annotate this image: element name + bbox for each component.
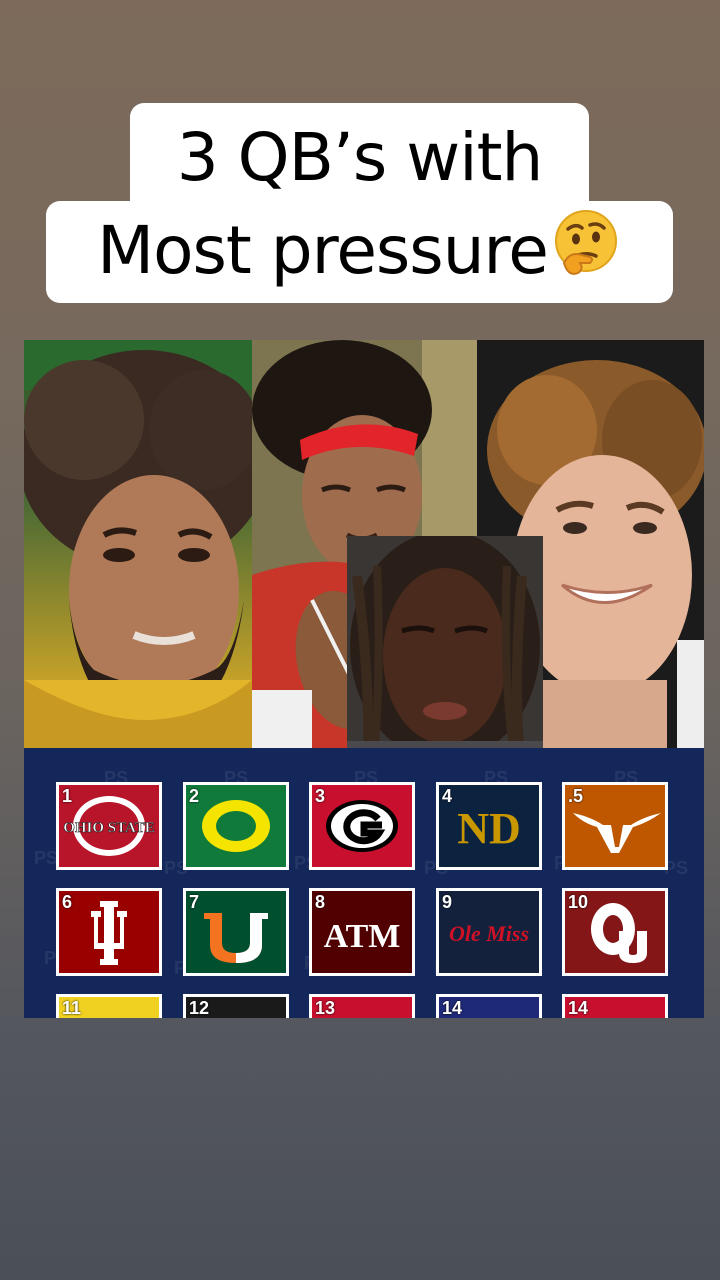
team-rank: 4 <box>442 786 453 806</box>
team-rank: 13 <box>315 998 336 1018</box>
team-tile: 12 <box>183 994 289 1018</box>
team-logo-icon <box>186 785 286 867</box>
team-tile: 14 <box>562 994 668 1018</box>
team-logo-icon: ATM <box>312 891 412 973</box>
caption-line-2: Most pressure <box>46 201 673 303</box>
team-logo-icon: Ole Miss <box>439 891 539 973</box>
team-tile: 11 <box>56 994 162 1018</box>
team-rank: .5 <box>568 786 584 806</box>
team-tile: Ole Miss 9 <box>436 888 542 976</box>
team-tile: 14 <box>436 994 542 1018</box>
team-rank: 11 <box>62 998 82 1018</box>
svg-text:ND: ND <box>457 804 521 853</box>
qb-collage: PSPSPSPSPSPSPSPSPSPSPSPSPSPSPSPSOHIO STA… <box>24 340 704 1018</box>
team-logo-icon <box>186 891 286 973</box>
team-tile: 7 <box>183 888 289 976</box>
team-tile: 2 <box>183 782 289 870</box>
caption: 3 QB’s with Most pressure <box>0 103 720 303</box>
team-tile: 13 <box>309 994 415 1018</box>
team-rank: 14 <box>442 998 463 1018</box>
team-rank: 9 <box>442 892 453 912</box>
team-tile: .5 <box>562 782 668 870</box>
thinking-face-emoji-icon <box>550 207 622 279</box>
team-rank: 3 <box>315 786 326 806</box>
rankings-board: PSPSPSPSPSPSPSPSPSPSPSPSPSPSPSPSOHIO STA… <box>24 748 704 1018</box>
team-tile: 10 <box>562 888 668 976</box>
caption-line-1: 3 QB’s with <box>130 103 589 207</box>
team-logo-icon: ND <box>439 785 539 867</box>
team-tile: 3 <box>309 782 415 870</box>
team-logo-icon <box>59 891 159 973</box>
team-rank: 6 <box>62 892 73 912</box>
team-logo-icon: OHIO STATE <box>59 785 159 867</box>
team-rank: 10 <box>568 892 589 912</box>
watermark-text: PS <box>34 848 59 868</box>
team-tile: ATM 8 <box>309 888 415 976</box>
team-logo-icon <box>312 785 412 867</box>
qb-photo-1 <box>24 340 252 748</box>
svg-text:ATM: ATM <box>324 918 401 955</box>
team-tile: 6 <box>56 888 162 976</box>
team-rank: 12 <box>189 998 210 1018</box>
team-rank: 14 <box>568 998 589 1018</box>
svg-text:OHIO STATE: OHIO STATE <box>63 820 155 836</box>
team-rank: 7 <box>189 892 200 912</box>
team-tile: OHIO STATE 1 <box>56 782 162 870</box>
team-rank: 8 <box>315 892 326 912</box>
creator-selfie <box>347 536 543 776</box>
svg-text:Ole Miss: Ole Miss <box>449 921 529 946</box>
team-rank: 2 <box>189 786 200 806</box>
team-tile: ND 4 <box>436 782 542 870</box>
team-rank: 1 <box>62 786 73 806</box>
